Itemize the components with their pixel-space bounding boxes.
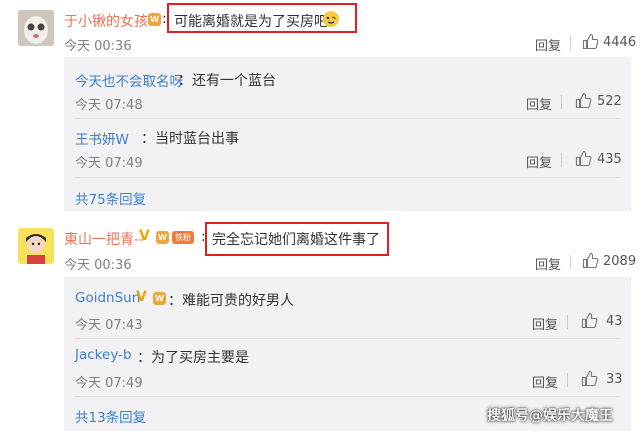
divider bbox=[75, 118, 620, 119]
reply-text: ：难能可贵的好男人 bbox=[168, 293, 294, 309]
separator bbox=[570, 255, 571, 269]
reply-button[interactable]: 回复 bbox=[532, 314, 558, 333]
avatar[interactable] bbox=[18, 228, 54, 264]
reply-author[interactable]: 王书妍W bbox=[75, 128, 129, 148]
fan-badge-icon: 铁粉 bbox=[172, 231, 194, 244]
reply-time: 今天 07:48 bbox=[75, 98, 143, 113]
separator bbox=[561, 153, 562, 167]
thumbs-up-icon bbox=[581, 370, 598, 387]
avatar-image bbox=[18, 10, 54, 46]
separator bbox=[570, 36, 571, 50]
reply-button[interactable]: 回复 bbox=[526, 152, 552, 171]
more-replies-link[interactable]: 共13条回复 bbox=[75, 406, 146, 426]
reply-button[interactable]: 回复 bbox=[535, 254, 561, 273]
more-replies-link[interactable]: 共75条回复 bbox=[75, 188, 146, 208]
reply-button[interactable]: 回复 bbox=[532, 372, 558, 391]
watermark: 搜狐号@娱乐大魔王 bbox=[487, 408, 613, 424]
reply-button[interactable]: 回复 bbox=[535, 35, 561, 54]
weibo-badge-icon: W bbox=[148, 13, 161, 26]
like-count: 43 bbox=[606, 314, 623, 329]
thumbs-up-icon bbox=[575, 92, 592, 109]
reply-button[interactable]: 回复 bbox=[526, 94, 552, 113]
like-button[interactable] bbox=[575, 150, 592, 167]
reply-text: ：为了买房主要是 bbox=[137, 350, 249, 366]
like-button[interactable] bbox=[581, 312, 598, 329]
divider bbox=[75, 338, 620, 339]
reply-author[interactable]: Jackey-b bbox=[75, 347, 132, 363]
thumbs-up-icon bbox=[582, 252, 599, 269]
reply-text: ：当时蓝台出事 bbox=[141, 131, 239, 147]
reply-author[interactable]: GoidnSun bbox=[75, 290, 140, 306]
like-button[interactable] bbox=[575, 92, 592, 109]
comment-author[interactable]: 于小锹的女孩 bbox=[64, 11, 148, 31]
weibo-badge-icon: W bbox=[153, 292, 166, 305]
comment-text: 完全忘记她们离婚这件事了 bbox=[212, 232, 380, 248]
comment-time: 今天 00:36 bbox=[64, 39, 132, 54]
like-button[interactable] bbox=[581, 370, 598, 387]
like-button[interactable] bbox=[582, 252, 599, 269]
comment-author[interactable]: 東山一把青-- bbox=[64, 229, 144, 249]
like-button[interactable] bbox=[582, 33, 599, 50]
comment-text: 可能离婚就是为了买房吧 bbox=[174, 14, 328, 30]
reply-time: 今天 07:43 bbox=[75, 318, 143, 333]
comment-time: 今天 00:36 bbox=[64, 258, 132, 273]
verified-v-icon: V bbox=[139, 228, 150, 244]
like-count: 435 bbox=[597, 152, 622, 167]
verified-v-icon: V bbox=[136, 289, 147, 305]
thumbs-up-icon bbox=[575, 150, 592, 167]
avatar-image bbox=[18, 228, 54, 264]
thumbs-up-icon bbox=[582, 33, 599, 50]
reply-author[interactable]: 今天也不会取名呀 bbox=[75, 70, 183, 90]
thumbs-up-icon bbox=[581, 312, 598, 329]
reply-text: ：还有一个蓝台 bbox=[178, 73, 276, 89]
separator bbox=[561, 95, 562, 109]
emoji-face-icon bbox=[322, 10, 340, 32]
reply-time: 今天 07:49 bbox=[75, 156, 143, 171]
like-count: 4446 bbox=[603, 35, 637, 50]
like-count: 33 bbox=[606, 372, 623, 387]
separator bbox=[567, 315, 568, 329]
avatar[interactable] bbox=[18, 10, 54, 46]
like-count: 522 bbox=[597, 94, 622, 109]
separator bbox=[567, 373, 568, 387]
divider bbox=[75, 177, 620, 178]
weibo-badge-icon: W bbox=[156, 231, 169, 244]
reply-time: 今天 07:49 bbox=[75, 376, 143, 391]
colon: : bbox=[162, 11, 167, 27]
divider bbox=[75, 396, 620, 397]
like-count: 2089 bbox=[603, 254, 637, 269]
